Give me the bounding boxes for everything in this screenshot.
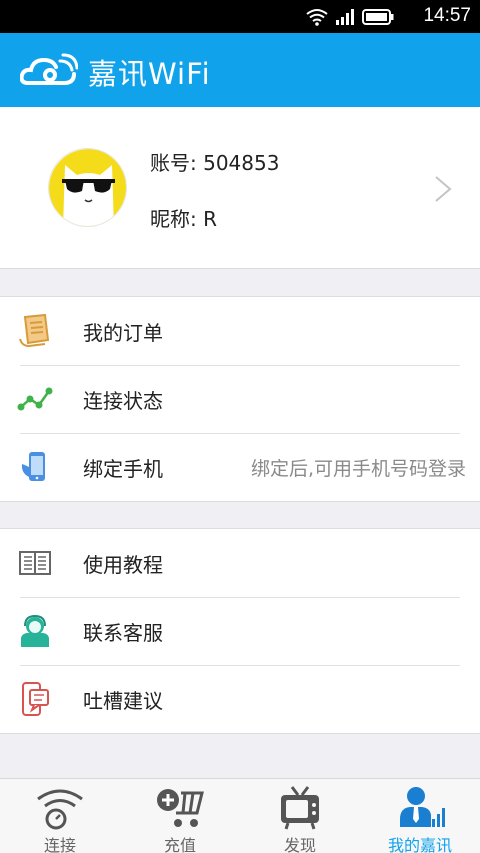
status-icons — [306, 6, 394, 28]
menu-label: 使用教程 — [83, 553, 163, 577]
menu-label: 绑定手机 — [83, 457, 163, 481]
menu-label: 吐槽建议 — [83, 689, 163, 713]
bottom-tab-bar: 连接 充值 发现 我的嘉讯 — [0, 778, 480, 853]
recharge-cart-icon — [157, 789, 204, 827]
cat-sunglasses-avatar-icon — [49, 149, 126, 226]
my-account-icon — [400, 787, 445, 827]
menu-item-my-orders[interactable]: 我的订单 — [0, 297, 480, 365]
menu-item-customer-service[interactable]: 联系客服 — [0, 597, 480, 665]
tab-discover[interactable]: 发现 — [240, 779, 360, 853]
nickname: 昵称: R — [150, 207, 217, 231]
chevron-right-icon — [435, 176, 452, 202]
discover-tv-icon — [281, 786, 319, 830]
menu-item-tutorial[interactable]: 使用教程 — [0, 529, 480, 597]
bind-phone-hint: 绑定后,可用手机号码登录 — [250, 458, 466, 480]
tab-connect[interactable]: 连接 — [0, 779, 120, 853]
customer-service-icon — [21, 614, 49, 647]
tab-recharge[interactable]: 充值 — [120, 779, 240, 853]
connection-status-icon — [17, 387, 53, 411]
cell-signal-icon — [336, 9, 354, 25]
tab-label: 连接 — [43, 836, 76, 853]
menu-item-connection-status[interactable]: 连接状态 — [0, 365, 480, 433]
avatar — [48, 148, 127, 227]
menu-label: 联系客服 — [83, 621, 163, 645]
app-bar: 嘉讯WiFi — [0, 33, 480, 107]
feedback-icon — [22, 682, 49, 716]
menu-group-account: 我的订单 连接状态 绑定手机 绑定后,可用手机号码登录 — [0, 296, 480, 502]
menu-label: 连接状态 — [83, 389, 163, 413]
app-title: 嘉讯WiFi — [88, 57, 211, 91]
tab-my-account[interactable]: 我的嘉讯 — [360, 779, 480, 853]
tab-label: 我的嘉讯 — [387, 836, 452, 853]
app-logo-icon — [20, 53, 78, 85]
menu-group-help: 使用教程 联系客服 吐槽建议 — [0, 528, 480, 734]
wifi-connect-icon — [37, 789, 83, 830]
menu-item-bind-phone[interactable]: 绑定手机 绑定后,可用手机号码登录 — [0, 433, 480, 501]
menu-item-feedback[interactable]: 吐槽建议 — [0, 665, 480, 733]
status-bar: 14:57 — [0, 0, 480, 33]
account-number: 账号: 504853 — [150, 151, 280, 175]
battery-icon — [362, 9, 394, 25]
tab-label: 发现 — [283, 836, 316, 853]
menu-label: 我的订单 — [83, 321, 163, 345]
wifi-signal-icon — [306, 9, 328, 26]
tutorial-book-icon — [19, 551, 51, 575]
status-time: 14:57 — [423, 5, 471, 26]
bind-phone-icon — [21, 452, 45, 481]
order-receipt-icon — [19, 313, 50, 348]
profile-card[interactable]: 账号: 504853 昵称: R — [0, 107, 480, 269]
tab-label: 充值 — [163, 836, 196, 853]
